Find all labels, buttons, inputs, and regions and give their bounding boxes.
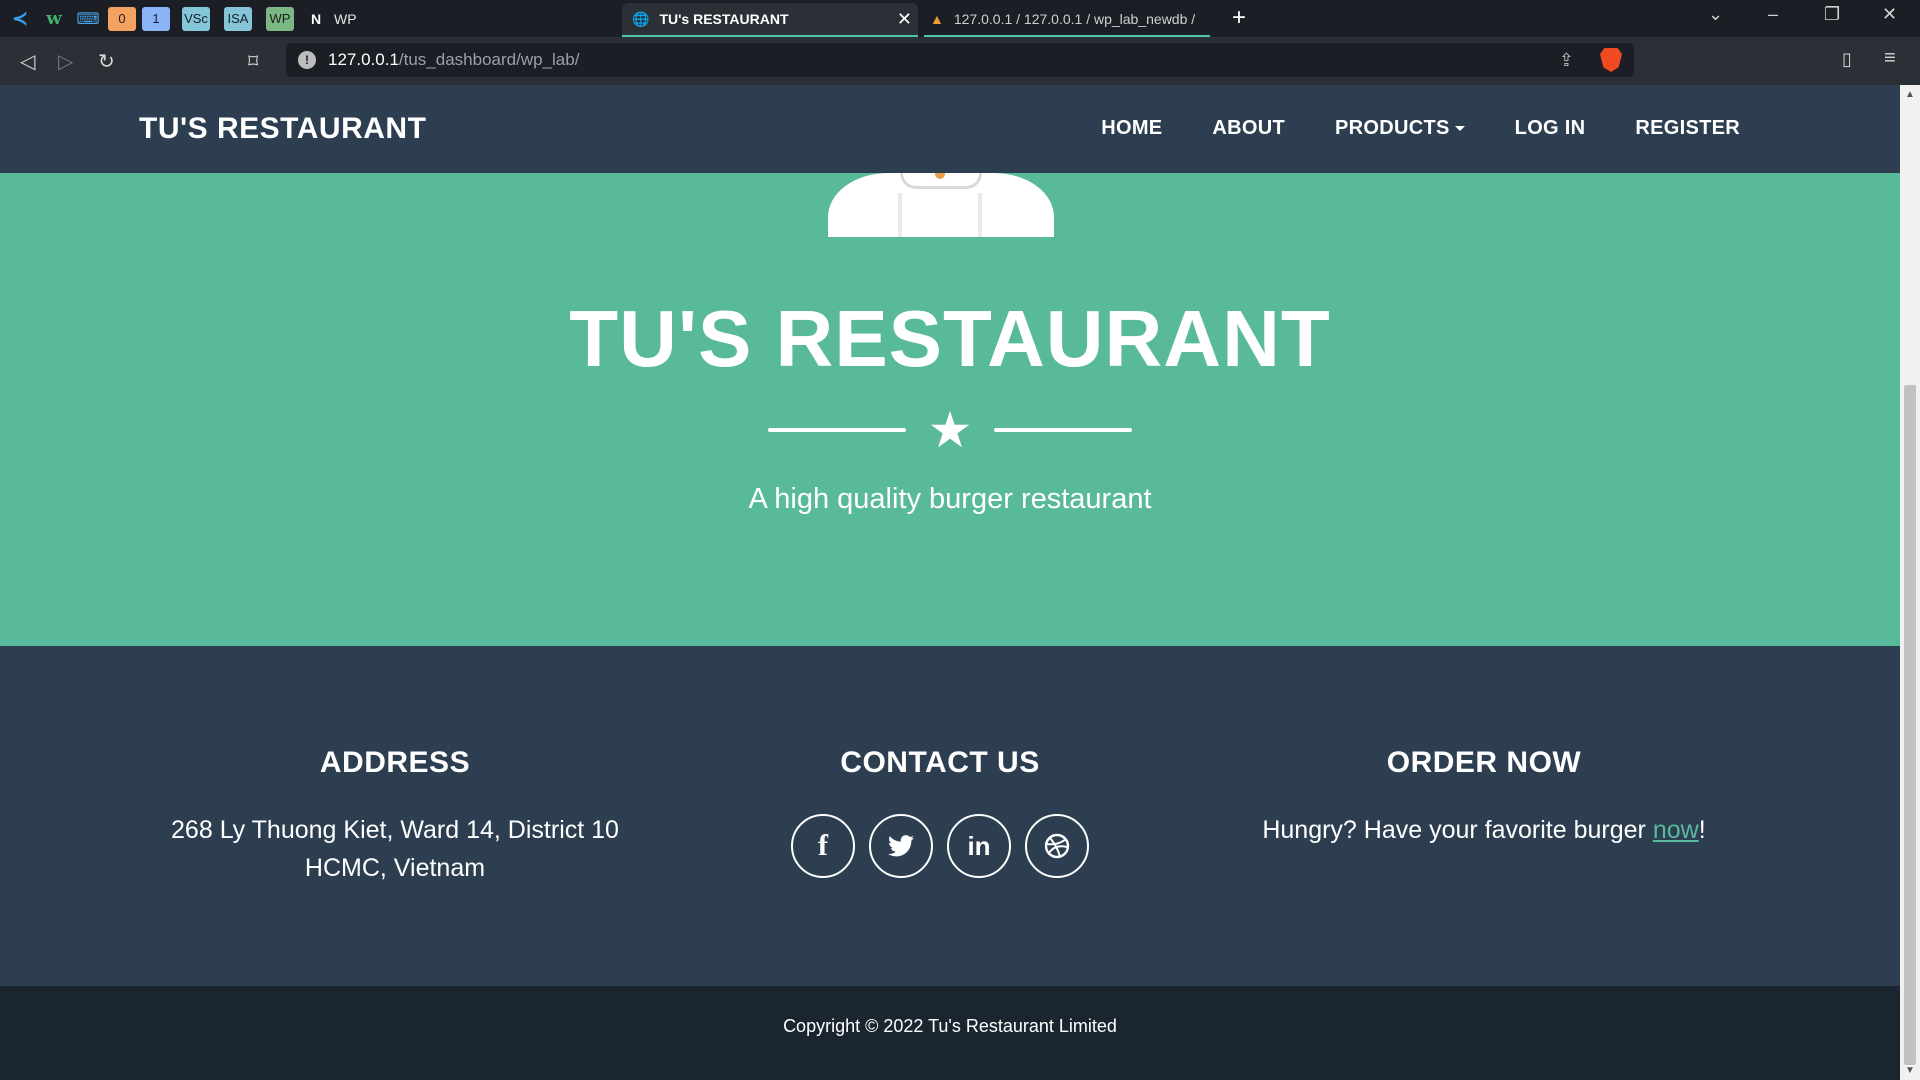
nav-about[interactable]: ABOUT [1212, 117, 1285, 140]
site-navbar: TU'S RESTAURANT HOME ABOUT PRODUCTS LOG … [0, 85, 1900, 173]
minimize-icon[interactable]: – [1768, 4, 1778, 25]
active-tab-title: TU's RESTAURANT [659, 11, 789, 27]
dribbble-icon[interactable] [1025, 814, 1089, 878]
new-tab-button[interactable]: + [1232, 4, 1246, 32]
page-scrollbar[interactable]: ▲ ▼ [1900, 85, 1920, 1080]
page-viewport: TU'S RESTAURANT HOME ABOUT PRODUCTS LOG … [0, 85, 1900, 1080]
tab-active[interactable]: 🌐 TU's RESTAURANT ✕ [622, 3, 918, 37]
globe-icon: 🌐 [632, 10, 650, 27]
divider-line-left [767, 428, 906, 432]
address-heading: ADDRESS [319, 746, 471, 779]
pinned-tab-0[interactable]: 0 [108, 6, 136, 31]
nav-register[interactable]: REGISTER [1635, 117, 1740, 140]
scroll-thumb[interactable] [1904, 385, 1916, 1065]
close-icon[interactable]: ✕ [897, 9, 912, 30]
linkedin-icon[interactable]: in [947, 814, 1011, 878]
caret-down-icon [1454, 126, 1465, 132]
address-line-1: 268 Ly Thuong Kiet, Ward 14, District 10 [171, 816, 619, 844]
pinned-tab-wp[interactable]: WP [266, 6, 294, 31]
footer: ADDRESS 268 Ly Thuong Kiet, Ward 14, Dis… [0, 646, 1900, 986]
masthead-title: TU'S RESTAURANT [569, 294, 1331, 383]
reload-icon[interactable]: ↻ [98, 49, 115, 74]
forward-icon[interactable]: ▷ [58, 49, 73, 74]
tab-phpmyadmin[interactable]: ▲ 127.0.0.1 / 127.0.0.1 / wp_lab_newdb / [924, 3, 1210, 37]
scroll-up-icon[interactable]: ▲ [1905, 89, 1915, 100]
notion-tab-label[interactable]: WP [334, 11, 357, 27]
vscode-icon[interactable]: ≺ [6, 6, 34, 32]
menu-icon[interactable]: ≡ [1884, 47, 1896, 70]
notion-icon[interactable]: N [302, 6, 330, 32]
site-info-icon[interactable]: ! [298, 51, 316, 69]
address-text: 268 Ly Thuong Kiet, Ward 14, District 10… [95, 811, 695, 887]
bookmark-icon[interactable]: ⌑ [248, 49, 258, 74]
nav-products-label: PRODUCTS [1335, 117, 1450, 139]
second-tab-title: 127.0.0.1 / 127.0.0.1 / wp_lab_newdb / [953, 11, 1196, 27]
order-now-link[interactable]: now [1653, 816, 1699, 844]
tab-search-icon[interactable]: ⌄ [1708, 4, 1723, 25]
divider-line-right [994, 428, 1133, 432]
copyright-text: Copyright © 2022 Tu's Restaurant Limited [783, 1016, 1117, 1036]
share-icon[interactable]: ⇪ [1559, 50, 1574, 71]
pinned-tab-isa[interactable]: ISA [224, 6, 252, 31]
window-close-icon[interactable]: ✕ [1882, 4, 1897, 25]
brand-link[interactable]: TU'S RESTAURANT [139, 112, 426, 146]
nav-home[interactable]: HOME [1101, 117, 1162, 140]
copyright-bar: Copyright © 2022 Tu's Restaurant Limited [0, 986, 1900, 1080]
nav-products-dropdown[interactable]: PRODUCTS [1335, 117, 1465, 140]
nav-login[interactable]: LOG IN [1515, 117, 1586, 140]
address-bar-row: ◁ ▷ ↻ ⌑ ! 127.0.0.1/tus_dashboard/wp_lab… [0, 37, 1920, 85]
social-links: f in [640, 814, 1240, 878]
w-app-icon[interactable]: w [40, 6, 68, 32]
brave-shield-icon[interactable] [1600, 48, 1622, 72]
back-icon[interactable]: ◁ [20, 49, 35, 74]
url-text: 127.0.0.1/tus_dashboard/wp_lab/ [328, 50, 580, 69]
scroll-down-icon[interactable]: ▼ [1905, 1065, 1915, 1076]
pinned-tab-1[interactable]: 1 [142, 6, 170, 31]
restore-icon[interactable]: ❐ [1824, 4, 1840, 25]
address-line-2: HCMC, Vietnam [304, 854, 486, 882]
order-heading: ORDER NOW [1386, 746, 1582, 779]
twitter-icon[interactable] [869, 814, 933, 878]
url-field[interactable]: ! 127.0.0.1/tus_dashboard/wp_lab/ ⇪ [286, 43, 1634, 77]
order-text: Hungry? Have your favorite burger now! [1262, 816, 1706, 844]
pinned-tab-vsc[interactable]: VSc [182, 6, 210, 31]
keyboard-icon[interactable]: ⌨ [74, 6, 102, 32]
facebook-icon[interactable]: f [791, 814, 855, 878]
contact-heading: CONTACT US [840, 746, 1040, 779]
star-divider: ★ [0, 405, 1900, 455]
phpmyadmin-icon: ▲ [930, 11, 944, 27]
sidebar-toggle-icon[interactable]: ▯ [1842, 49, 1852, 70]
masthead: TU'S RESTAURANT ★ A high quality burger … [0, 173, 1900, 646]
masthead-subtitle: A high quality burger restaurant [748, 483, 1152, 515]
star-icon: ★ [927, 402, 973, 458]
nav-links: HOME ABOUT PRODUCTS LOG IN REGISTER [1051, 117, 1740, 140]
